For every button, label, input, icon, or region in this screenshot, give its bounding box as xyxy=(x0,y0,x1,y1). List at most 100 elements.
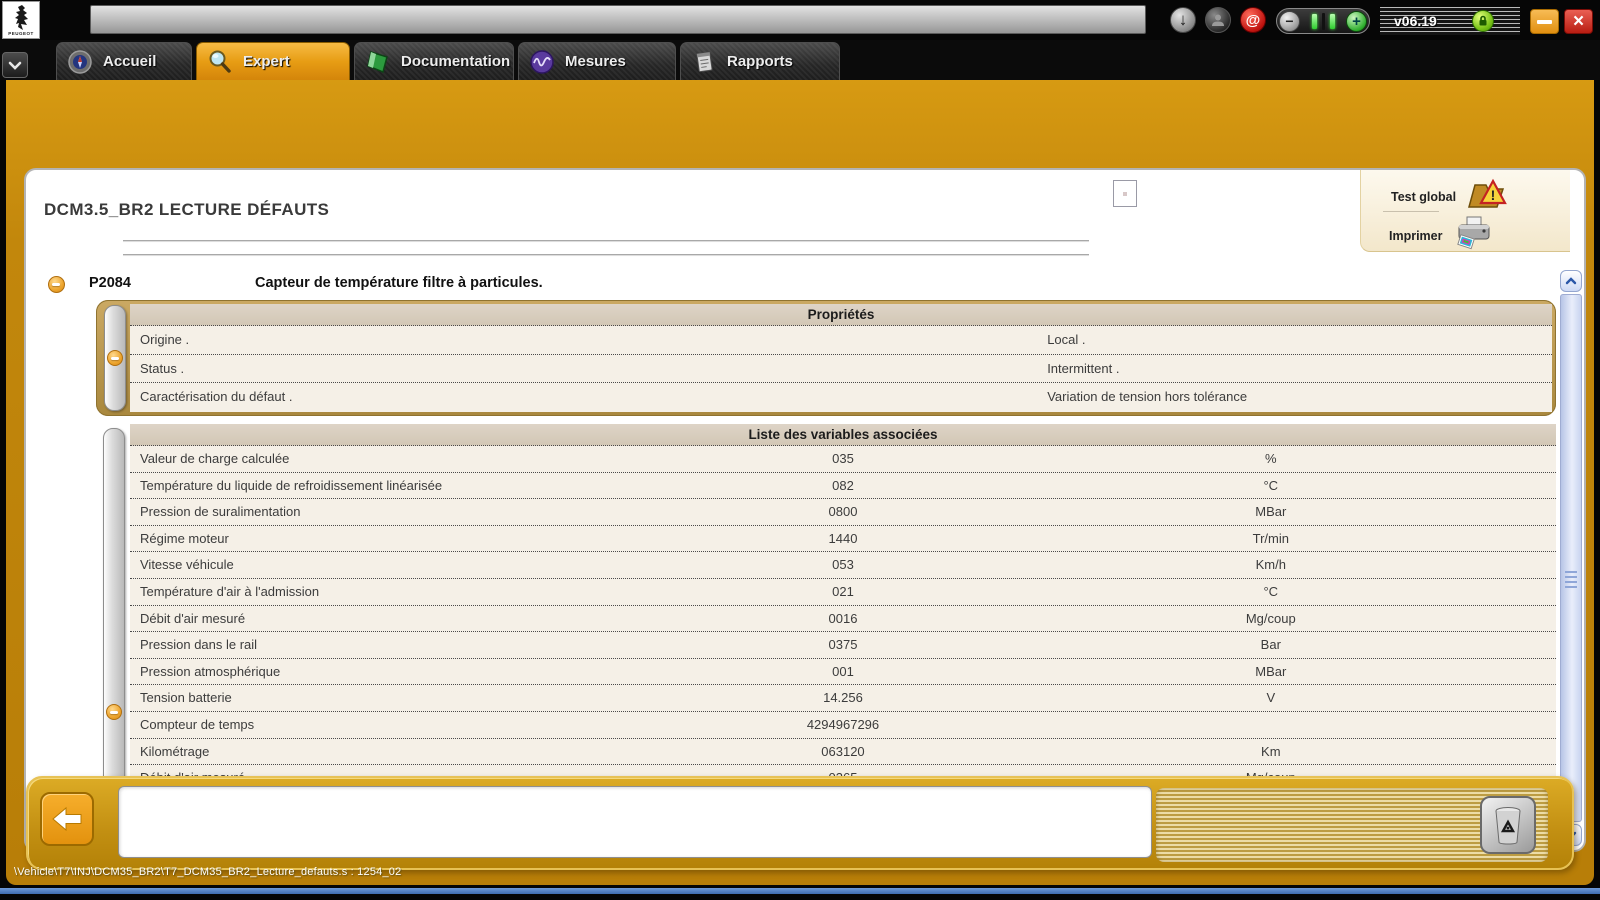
properties-table: Propriétés Origine .Local .Status .Inter… xyxy=(130,304,1552,412)
variable-row: Pression dans le rail0375Bar xyxy=(130,632,1556,659)
scrollbar-thumb[interactable] xyxy=(1565,571,1577,589)
property-value: Variation de tension hors tolérance xyxy=(1047,383,1247,412)
bottom-accent-line xyxy=(0,888,1600,894)
content-panel: DCM3.5_BR2 LECTURE DÉFAUTS Test global !… xyxy=(24,168,1586,852)
titlebar: PEUGEOT ↓ @ − + v06.19 × xyxy=(0,0,1600,40)
variable-unit: Bar xyxy=(986,632,1556,658)
variable-label: Kilométrage xyxy=(130,739,700,765)
print-label: Imprimer xyxy=(1389,229,1443,243)
variable-value: 063120 xyxy=(700,739,985,765)
fault-description: Capteur de température filtre à particul… xyxy=(255,275,543,291)
variable-label: Tension batterie xyxy=(130,685,700,711)
placeholder-box xyxy=(1113,180,1137,207)
variable-value: 035 xyxy=(700,446,985,472)
volume-level-bars xyxy=(1300,13,1346,30)
variable-value: 082 xyxy=(700,473,985,499)
tab-label: Expert xyxy=(243,53,290,70)
chevron-down-icon[interactable] xyxy=(2,52,28,78)
property-label: Status . xyxy=(140,355,184,384)
lock-icon xyxy=(1472,10,1494,32)
variable-unit: Km xyxy=(986,739,1556,765)
properties-section: Propriétés Origine .Local .Status .Inter… xyxy=(96,300,1556,416)
variable-unit: MBar xyxy=(986,499,1556,525)
variable-row: Kilométrage063120Km xyxy=(130,739,1556,766)
variable-label: Régime moteur xyxy=(130,526,700,552)
magnifier-icon xyxy=(207,49,233,75)
variable-label: Température du liquide de refroidissemen… xyxy=(130,473,700,499)
test-global-button[interactable]: Test global ! xyxy=(1391,178,1508,215)
variable-row: Régime moteur1440Tr/min xyxy=(130,526,1556,553)
property-value: Local . xyxy=(1047,326,1085,355)
divider xyxy=(123,240,1089,243)
volume-control[interactable]: − + xyxy=(1276,8,1370,34)
email-icon[interactable]: @ xyxy=(1240,7,1266,33)
variable-row: Vitesse véhicule053Km/h xyxy=(130,552,1556,579)
property-label: Origine . xyxy=(140,326,189,355)
title-blank-bar xyxy=(90,5,1146,34)
version-panel: v06.19 xyxy=(1380,7,1520,35)
collapse-variables-icon[interactable] xyxy=(106,704,122,720)
printer-icon xyxy=(1453,216,1497,255)
tab-mesures[interactable]: Mesures xyxy=(518,42,676,80)
variable-value: 053 xyxy=(700,552,985,578)
variable-row: Débit d'air mesuré0016Mg/coup xyxy=(130,606,1556,633)
variable-row: Valeur de charge calculée035% xyxy=(130,446,1556,473)
recycle-bin-icon xyxy=(1491,805,1525,845)
striped-panel xyxy=(1156,788,1548,862)
variables-header: Liste des variables associées xyxy=(130,424,1556,446)
variable-value: 001 xyxy=(700,659,985,685)
scrollbar-up-button[interactable] xyxy=(1560,270,1582,292)
book-icon xyxy=(365,49,391,75)
collapse-fault-icon[interactable] xyxy=(48,276,65,293)
property-label: Caractérisation du défaut . xyxy=(140,383,292,412)
property-row: Caractérisation du défaut . Variation de … xyxy=(130,383,1552,412)
minimize-button[interactable] xyxy=(1530,9,1559,34)
waveform-icon xyxy=(529,49,555,75)
variable-unit: °C xyxy=(986,579,1556,605)
print-button[interactable]: Imprimer xyxy=(1389,216,1497,255)
tab-label: Accueil xyxy=(103,53,156,70)
tab-expert[interactable]: Expert xyxy=(196,42,350,80)
variable-value: 14.256 xyxy=(700,685,985,711)
variable-unit: Tr/min xyxy=(986,526,1556,552)
variable-value: 1440 xyxy=(700,526,985,552)
bottom-bar xyxy=(26,776,1574,870)
variable-unit: Mg/coup xyxy=(986,606,1556,632)
tab-label: Mesures xyxy=(565,53,626,70)
volume-plus-button[interactable]: + xyxy=(1346,11,1367,32)
compass-icon xyxy=(67,49,93,75)
warning-folder-icon: ! xyxy=(1466,178,1508,215)
volume-minus-button[interactable]: − xyxy=(1279,11,1300,32)
collapse-properties-icon[interactable] xyxy=(107,350,123,366)
property-row: Origine . Local . xyxy=(130,326,1552,355)
svg-text:!: ! xyxy=(1491,187,1496,203)
tab-accueil[interactable]: Accueil xyxy=(56,42,192,80)
close-button[interactable]: × xyxy=(1564,9,1593,34)
property-row: Status .Intermittent . xyxy=(130,355,1552,384)
divider xyxy=(1383,211,1439,212)
variable-row: Tension batterie14.256V xyxy=(130,685,1556,712)
message-box xyxy=(118,786,1152,858)
download-icon[interactable]: ↓ xyxy=(1170,7,1196,33)
app-window: PEUGEOT ↓ @ − + v06.19 × xyxy=(0,0,1600,900)
variable-unit: °C xyxy=(986,473,1556,499)
tab-documentation[interactable]: Documentation xyxy=(354,42,514,80)
main-frame: DCM3.5_BR2 LECTURE DÉFAUTS Test global !… xyxy=(6,80,1594,885)
page-title: DCM3.5_BR2 LECTURE DÉFAUTS xyxy=(44,200,329,220)
scrollbar-track[interactable] xyxy=(1560,294,1582,822)
variable-row: Température d'air à l'admission021°C xyxy=(130,579,1556,606)
trash-button[interactable] xyxy=(1480,796,1536,854)
status-path: \Vehicle\T7\INJ\DCM35_BR2\T7_DCM35_BR2_L… xyxy=(14,866,401,878)
user-icon[interactable] xyxy=(1205,7,1231,33)
tab-rapports[interactable]: Rapports xyxy=(680,42,840,80)
action-panel: Test global ! Imprimer xyxy=(1360,170,1570,252)
peugeot-logo: PEUGEOT xyxy=(2,1,40,39)
variable-value: 0016 xyxy=(700,606,985,632)
back-button[interactable] xyxy=(40,792,94,846)
tab-label: Documentation xyxy=(401,53,510,70)
report-icon xyxy=(691,49,717,75)
variable-label: Valeur de charge calculée xyxy=(130,446,700,472)
properties-rows: Origine . Local .Status .Intermittent .Ca… xyxy=(130,326,1552,412)
fault-code: P2084 xyxy=(89,275,131,291)
version-label: v06.19 xyxy=(1394,13,1437,29)
